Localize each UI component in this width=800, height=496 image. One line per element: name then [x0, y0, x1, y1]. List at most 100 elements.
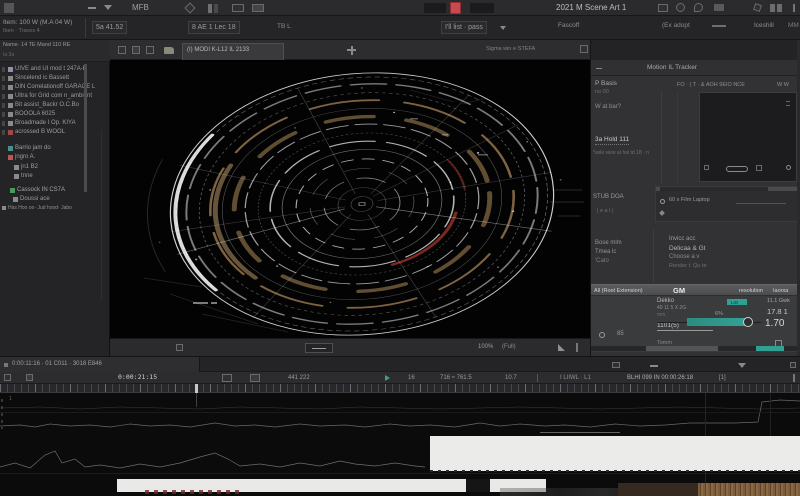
value-chip-a[interactable]: 5a 41.52	[92, 21, 127, 34]
list-item[interactable]: Doussi ace	[0, 196, 96, 205]
subpanel-scroll-thumb[interactable]	[660, 187, 768, 191]
channels-icon[interactable]	[146, 46, 154, 54]
list-item[interactable]: Has Hoo oo· Jud hood· Jabo	[0, 205, 108, 214]
panel-divider	[101, 130, 102, 300]
layer-icon	[8, 155, 13, 160]
app-window: MFB 2021 M Scene Art 1 Item: 100 W (M.A …	[0, 0, 800, 496]
record-icon[interactable]	[786, 165, 791, 170]
magnification-select[interactable]: 100%	[478, 344, 493, 351]
comp-mini-icon[interactable]	[4, 374, 11, 381]
menu-item[interactable]: MFB	[132, 3, 149, 13]
pill-toggle[interactable]	[726, 166, 748, 172]
toolbar-divider	[85, 18, 86, 38]
th-resolution[interactable]: resolution	[739, 288, 763, 295]
collapse-icon[interactable]	[596, 68, 602, 69]
label-ex-adopt[interactable]: (Ex adopt	[662, 22, 690, 30]
close-icon[interactable]	[4, 363, 8, 367]
search-icon[interactable]	[694, 3, 703, 12]
list-item[interactable]: Ultra for Grid com n_ambient	[0, 93, 84, 102]
list-item[interactable]: Sincelend ic Bassett	[0, 75, 84, 84]
list-item[interactable]: acrossed B WOOL	[0, 129, 84, 138]
minimize-panel-icon[interactable]	[650, 365, 658, 367]
toolbar-kebab-icon[interactable]	[793, 374, 795, 382]
hscroll-thumb[interactable]	[646, 346, 718, 351]
power-icon[interactable]	[599, 332, 605, 338]
gear-icon[interactable]	[660, 199, 665, 204]
properties-title: Motion IL Tracker	[647, 64, 697, 72]
motion-blur-icon[interactable]	[250, 374, 260, 382]
diamond-icon[interactable]	[184, 2, 195, 13]
safe-margins-icon[interactable]	[558, 344, 565, 351]
panel-left-icon[interactable]	[208, 4, 212, 13]
layer-bar-selected[interactable]	[430, 436, 800, 471]
columns-icon-a[interactable]	[770, 4, 775, 12]
flowchart-icon[interactable]	[26, 374, 33, 381]
stat-unit: mm	[657, 312, 665, 318]
chevron-down-icon[interactable]	[104, 5, 112, 10]
right-col-line: Render t. Qu te	[669, 263, 707, 270]
project-scrollbar[interactable]	[84, 64, 87, 192]
label-fascoff[interactable]: Fascoff	[558, 22, 579, 30]
dropdown-arrow-icon[interactable]	[500, 26, 506, 30]
resolution-select[interactable]: (Full)	[502, 344, 516, 351]
panel-options-icon[interactable]	[790, 362, 796, 368]
list-item[interactable]: jngro A.	[0, 154, 84, 163]
stop-icon[interactable]	[756, 165, 762, 171]
panel-chevron-icon[interactable]	[738, 363, 746, 368]
viewer-menu-icon[interactable]	[576, 343, 578, 352]
list-item[interactable]: BOOOLA 6025	[0, 111, 84, 120]
grid-view-icon[interactable]	[252, 4, 264, 12]
star-icon[interactable]	[753, 3, 762, 12]
composition-canvas[interactable]	[110, 62, 590, 338]
dark-slot-icon[interactable]	[424, 3, 446, 13]
stats-table-header: All (Root Extension) GM resolution Iaorx…	[591, 284, 800, 296]
panel-menu-icon[interactable]	[580, 45, 588, 53]
send-icon[interactable]	[714, 4, 724, 11]
timeline-tab[interactable]: 0:00:11:16 · 01 C011 · 3018 E846	[0, 357, 200, 373]
minimize-icon[interactable]	[88, 7, 96, 9]
list-icon[interactable]	[232, 4, 244, 12]
subpanel-scroll-track[interactable]	[656, 187, 800, 191]
list-item[interactable]: Cassock IN CS7A	[0, 187, 96, 196]
snapshot-icon[interactable]	[132, 46, 140, 54]
th-source[interactable]: Iaorxa	[773, 288, 788, 295]
list-item[interactable]: UIVE and UI mod t 247A-B	[0, 66, 84, 75]
dropdown-field[interactable]: I'll list · pass	[441, 21, 487, 34]
clock-icon[interactable]	[676, 3, 685, 12]
columns-icon-b[interactable]	[777, 4, 782, 12]
slider-knob[interactable]	[743, 317, 753, 327]
panel-right-icon[interactable]	[214, 4, 218, 13]
playhead[interactable]	[195, 384, 198, 393]
th-gm[interactable]: GM	[673, 286, 685, 295]
tracker-viewport[interactable]	[699, 92, 797, 182]
grid-icon[interactable]	[658, 4, 668, 12]
app-badge-icon[interactable]	[450, 2, 461, 14]
value-chip-b[interactable]: 8 AE 1 Lec 18	[188, 21, 240, 34]
list-item[interactable]: jn1 B2	[0, 164, 84, 173]
draft-icon[interactable]	[222, 374, 232, 382]
hold-link[interactable]: 3a Hold 111	[595, 136, 629, 145]
dark-slot2-icon[interactable]	[470, 3, 494, 13]
tab-composition[interactable]: (I) MODI K-L12 IL 2133	[182, 43, 284, 60]
region-of-interest-icon[interactable]	[176, 344, 183, 351]
view-options-field[interactable]	[305, 343, 333, 353]
kebab-menu-icon[interactable]	[793, 4, 795, 12]
list-item[interactable]: Bit assist_Backr O.C.Bo	[0, 102, 84, 111]
toolbar-sep	[537, 374, 538, 382]
list-item[interactable]: Broadmade I Op. KIYA	[0, 120, 84, 129]
edit-icon[interactable]	[704, 165, 709, 170]
play-icon[interactable]	[385, 375, 390, 381]
layers-icon[interactable]	[612, 362, 620, 368]
current-timecode[interactable]: 0:00:21:15	[118, 374, 157, 382]
list-item[interactable]: DIN Correlationoff GARAGE L	[0, 84, 84, 93]
properties-hscroll[interactable]	[591, 346, 800, 351]
th-root-extension[interactable]: All (Root Extension)	[594, 288, 643, 295]
folder-icon[interactable]	[164, 47, 174, 54]
list-item[interactable]: tnne	[0, 173, 84, 182]
basis-label: P Basis	[595, 80, 617, 88]
list-item[interactable]: Barrio jam do	[0, 145, 84, 154]
time-ruler[interactable]	[0, 384, 800, 393]
app-icon[interactable]	[4, 3, 14, 13]
label-iceshill[interactable]: Iceshill	[754, 22, 774, 30]
lock-icon[interactable]	[118, 46, 126, 54]
